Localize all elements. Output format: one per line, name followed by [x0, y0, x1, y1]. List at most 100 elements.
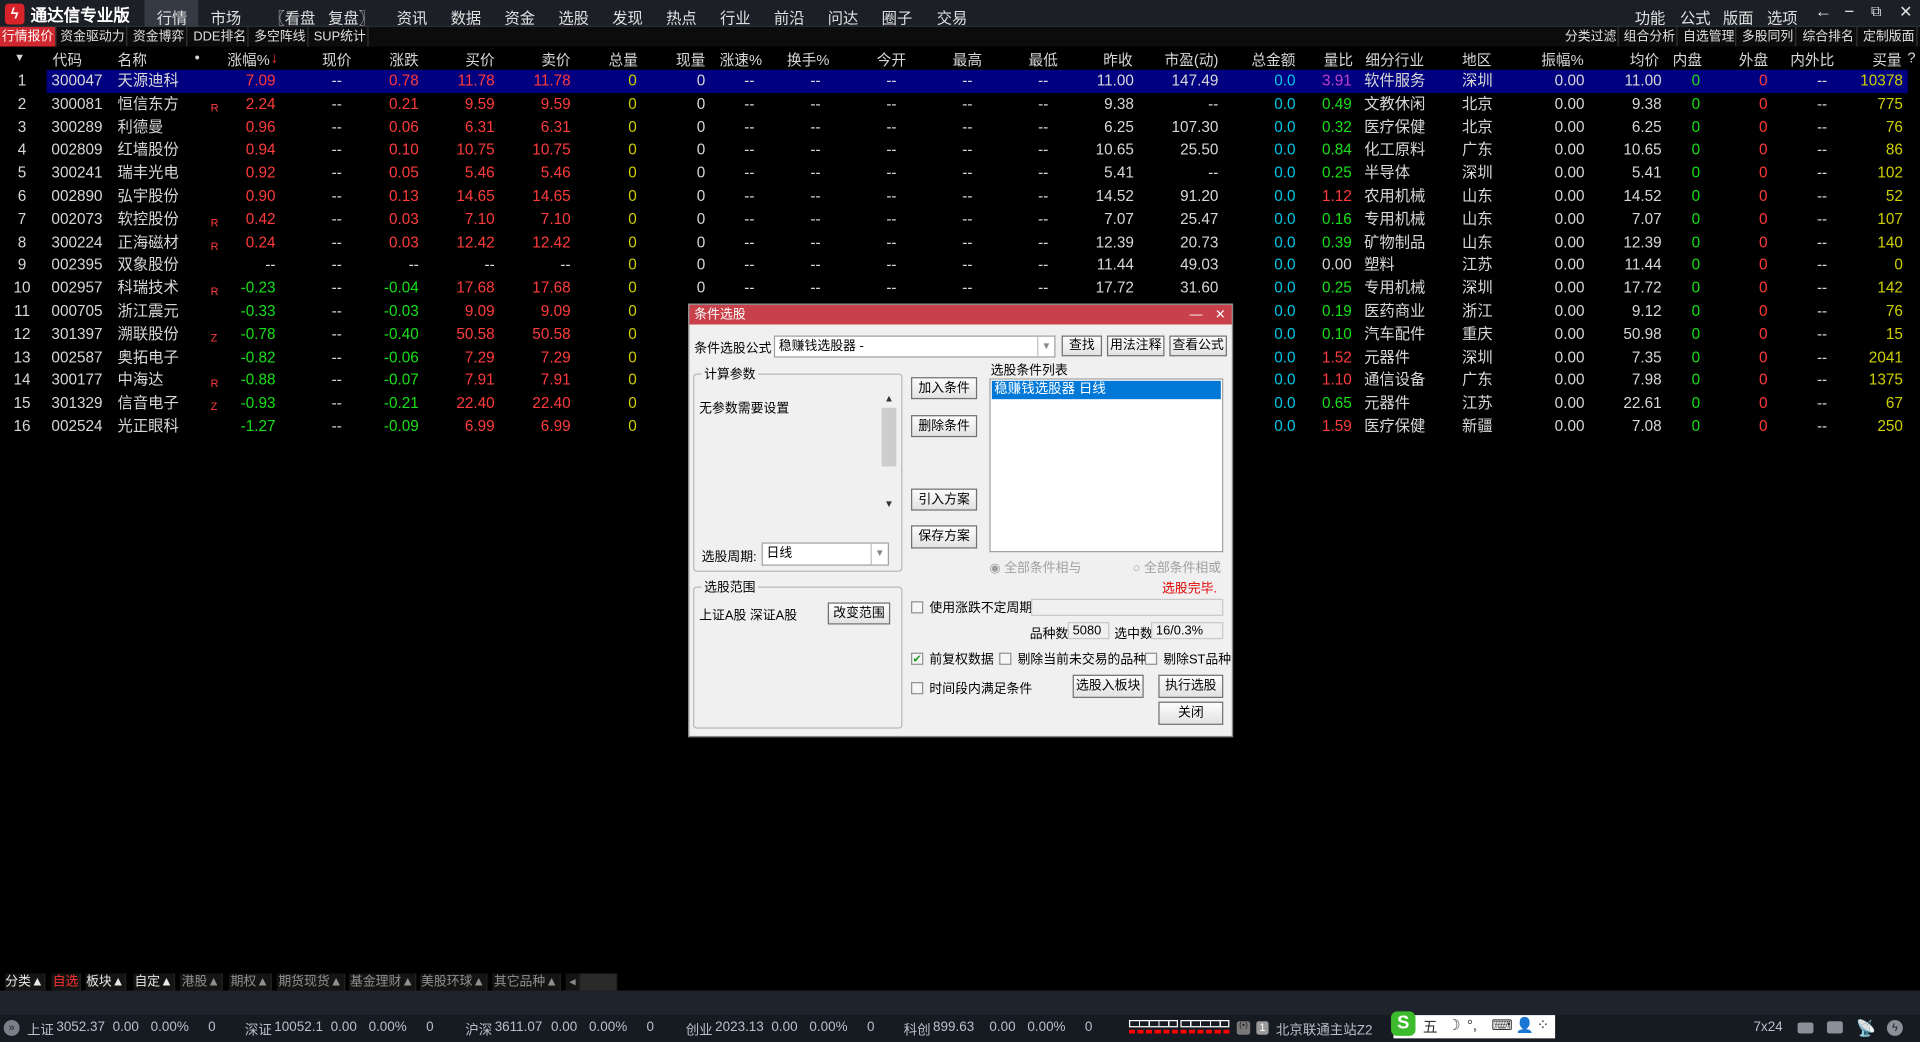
menu-right-3[interactable]: 选项 [1767, 5, 1798, 28]
bottom-tab-0[interactable]: 分类▲ [4, 973, 46, 991]
menu-5[interactable]: 数据 [451, 5, 482, 28]
subtab-5[interactable]: SUP统计 [312, 26, 369, 47]
column-header[interactable]: 买价 [465, 49, 494, 70]
column-header[interactable]: 内外比 [1790, 49, 1834, 70]
bottom-tab-8[interactable]: 美股环球▲ [420, 973, 488, 991]
cell-2[interactable]: 浙江震元 [118, 301, 179, 322]
cell-2[interactable]: 光正眼科 [118, 416, 179, 437]
subtab-4[interactable]: 多空阵线 [252, 26, 309, 47]
ime-punct-icon[interactable]: °, [1467, 1016, 1477, 1033]
column-header[interactable]: 振幅% [1541, 49, 1583, 70]
fq-checkbox[interactable]: ✔ [911, 652, 924, 665]
column-header[interactable]: 量比 [1324, 49, 1353, 70]
cell-1[interactable]: 002957 [51, 278, 102, 299]
cell-1[interactable]: 300289 [51, 117, 102, 138]
condition-list-item[interactable]: 稳赚钱选股器 日线 [991, 380, 1221, 400]
server-name[interactable]: 北京联通主站Z2 [1276, 1020, 1373, 1040]
column-header[interactable]: • [195, 49, 200, 66]
bottom-tab-7[interactable]: 基金理财▲ [348, 973, 417, 991]
column-header[interactable]: 涨幅% [227, 49, 269, 70]
column-header[interactable]: 细分行业 [1365, 49, 1424, 70]
cell-1[interactable]: 002073 [51, 209, 102, 230]
table-row[interactable]: 6 002890 弘宇股份 0.90 -- 0.13 14.65 14.65 0 0 -- -- -- -… [0, 185, 1920, 208]
cell-1[interactable]: 002524 [51, 416, 102, 437]
chevron-up-icon[interactable]: ▲ [884, 393, 894, 404]
subtab-2[interactable]: 资金博弈 [131, 26, 188, 47]
use-period-checkbox[interactable] [911, 601, 924, 614]
bottom-tab-4[interactable]: 港股▲ [180, 973, 223, 991]
column-header[interactable]: 外盘 [1739, 49, 1768, 70]
table-row[interactable]: 4 002809 红墙股份 0.94 -- 0.10 10.75 10.75 0 0 -- -- -- -… [0, 139, 1920, 162]
column-header[interactable]: 买量 [1872, 49, 1901, 70]
back-arrow-icon[interactable]: ← [1815, 1, 1832, 21]
monitor-icon[interactable] [1826, 1021, 1843, 1034]
usage-notes-button[interactable]: 用法注释 [1106, 335, 1165, 357]
table-row[interactable]: 8 300224 正海磁材 R 0.24 -- 0.03 12.42 12.42 0 0 -- -- --… [0, 231, 1920, 254]
index-name[interactable]: 沪深 [465, 1020, 492, 1040]
cell-2[interactable]: 弘宇股份 [118, 186, 179, 207]
cell-0[interactable]: 9 [18, 255, 27, 276]
cell-1[interactable]: 301329 [51, 393, 102, 414]
table-row[interactable]: 5 300241 瑞丰光电 0.92 -- 0.05 5.46 5.46 0 0 -- -- -- -- -… [0, 162, 1920, 185]
column-header[interactable]: 涨跌 [389, 49, 418, 70]
cell-1[interactable]: 300177 [51, 370, 102, 391]
column-header[interactable]: 卖价 [541, 49, 570, 70]
cell-0[interactable]: 13 [14, 347, 31, 368]
change-range-button[interactable]: 改变范围 [827, 602, 891, 625]
cell-0[interactable]: 4 [18, 140, 27, 161]
cell-2[interactable]: 奥拓电子 [118, 347, 179, 368]
column-header[interactable]: 代码 [53, 49, 82, 70]
cell-0[interactable]: 7 [18, 209, 27, 230]
table-row[interactable]: 10 002957 科瑞技术 R -0.23 -- -0.04 17.68 17.68 0 0 -- -… [0, 277, 1920, 300]
ime-wubi-icon[interactable]: 五 [1423, 1016, 1438, 1037]
close-icon[interactable]: ✕ [1215, 305, 1226, 325]
cell-2[interactable]: 中海达 [118, 370, 164, 391]
server-number-icon[interactable]: 1 [1256, 1021, 1269, 1035]
table-row[interactable]: 1 300047 天源迪科 7.09 -- 0.78 11.78 11.78 0 0 -- -- -- -… [0, 70, 1920, 93]
index-name[interactable]: 上证 [27, 1020, 54, 1040]
table-row[interactable]: 7 002073 软控股份 R 0.42 -- 0.03 7.10 7.10 0 0 -- -- -- --… [0, 208, 1920, 231]
cell-1[interactable]: 300224 [51, 232, 102, 253]
subtab-1[interactable]: 资金驱动力 [59, 26, 128, 47]
column-header[interactable]: 涨速% [720, 49, 762, 70]
cell-2[interactable]: 软控股份 [118, 209, 179, 230]
cell-2[interactable]: 双象股份 [118, 255, 179, 276]
menu-4[interactable]: 资讯 [397, 5, 428, 28]
condition-list[interactable]: 稳赚钱选股器 日线 [989, 378, 1224, 553]
add-condition-button[interactable]: 加入条件 [911, 377, 978, 400]
column-header[interactable]: 现量 [676, 49, 705, 70]
menu-0[interactable]: 行情 [157, 5, 188, 28]
index-name[interactable]: 深证 [245, 1020, 272, 1040]
menu-7[interactable]: 选股 [558, 5, 589, 28]
ime-keyboard-icon[interactable]: ⌨ [1491, 1016, 1512, 1033]
bottom-tab-9[interactable]: 其它品种▲ [492, 973, 561, 991]
restore-icon[interactable]: ⧉ [1871, 2, 1882, 20]
cell-0[interactable]: 11 [14, 301, 30, 322]
column-header[interactable]: 地区 [1462, 49, 1491, 70]
menu-3[interactable]: 复盘〗 [328, 5, 374, 28]
cell-0[interactable]: 8 [18, 232, 27, 253]
bottom-tab-6[interactable]: 期货现货▲ [276, 973, 346, 991]
cell-1[interactable]: 002890 [51, 186, 102, 207]
cell-1[interactable]: 300241 [51, 163, 102, 184]
to-block-button[interactable]: 选股入板块 [1072, 674, 1144, 698]
cell-2[interactable]: 天源迪科 [118, 71, 179, 92]
index-name[interactable]: 创业 [686, 1020, 713, 1040]
cell-0[interactable]: 14 [14, 370, 31, 391]
cell-0[interactable]: 15 [14, 393, 31, 414]
table-row[interactable]: 3 300289 利德曼 0.96 -- 0.06 6.31 6.31 0 0 -- -- -- -- --… [0, 116, 1920, 139]
column-header[interactable]: 市盈(动) [1164, 49, 1218, 70]
cell-1[interactable]: 301397 [51, 324, 102, 345]
cell-2[interactable]: 科瑞技术 [118, 278, 179, 299]
menu-12[interactable]: 问达 [828, 5, 859, 28]
cell-0[interactable]: 10 [14, 278, 31, 299]
column-header[interactable]: 昨收 [1103, 49, 1132, 70]
column-header[interactable]: 总量 [609, 49, 638, 70]
minimize-icon[interactable]: − [1844, 1, 1854, 21]
satellite-icon[interactable]: 📡 [1856, 1019, 1876, 1039]
bottom-tab-5[interactable]: 期权▲ [228, 973, 272, 991]
collapse-icon[interactable]: » [3, 1020, 20, 1036]
sort-menu-icon[interactable]: ▼ [14, 51, 25, 63]
column-header[interactable]: 最低 [1029, 49, 1058, 70]
radio-and[interactable]: ◉ 全部条件相与 [989, 558, 1081, 576]
